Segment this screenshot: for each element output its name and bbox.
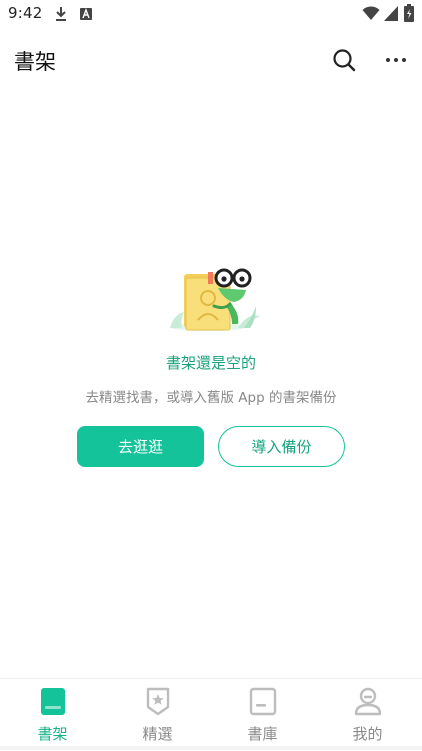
status-time: 9:42 [8, 4, 43, 22]
nav-item-bookshelf[interactable]: 書架 [0, 679, 105, 751]
nav-item-profile[interactable]: 我的 [315, 679, 420, 751]
more-horizontal-icon [386, 58, 406, 62]
more-button[interactable] [380, 44, 412, 76]
status-bar: 9:42 [0, 0, 422, 28]
profile-icon [354, 687, 382, 716]
nav-label-library: 書庫 [247, 725, 278, 743]
bookshelf-icon [41, 688, 65, 715]
search-icon [333, 49, 356, 72]
app-header: 書架 [0, 28, 422, 92]
nav-item-featured[interactable]: 精選 [105, 679, 210, 751]
nav-label-bookshelf: 書架 [37, 725, 68, 743]
empty-bookshelf-illustration [170, 268, 260, 331]
a-box-icon [80, 8, 92, 20]
empty-state-subtitle: 去精選找書，或導入舊版 App 的書架備份 [85, 390, 337, 406]
wifi-icon [362, 6, 380, 20]
search-button[interactable] [328, 44, 360, 76]
nav-item-library[interactable]: 書庫 [210, 679, 315, 751]
download-icon [56, 7, 66, 21]
home-indicator-bar [0, 746, 422, 750]
page-title: 書架 [14, 50, 56, 74]
signal-icon [384, 6, 398, 21]
bottom-nav: 書架 精選 書庫 我的 [0, 678, 422, 751]
nav-label-featured: 精選 [142, 725, 173, 743]
nav-label-profile: 我的 [352, 725, 383, 743]
battery-charging-icon [404, 4, 414, 22]
browse-button[interactable]: 去逛逛 [77, 426, 204, 467]
badge-star-icon [146, 687, 170, 716]
library-icon [249, 687, 277, 716]
import-backup-button[interactable]: 導入備份 [218, 426, 345, 467]
empty-state-title: 書架還是空的 [165, 354, 256, 372]
